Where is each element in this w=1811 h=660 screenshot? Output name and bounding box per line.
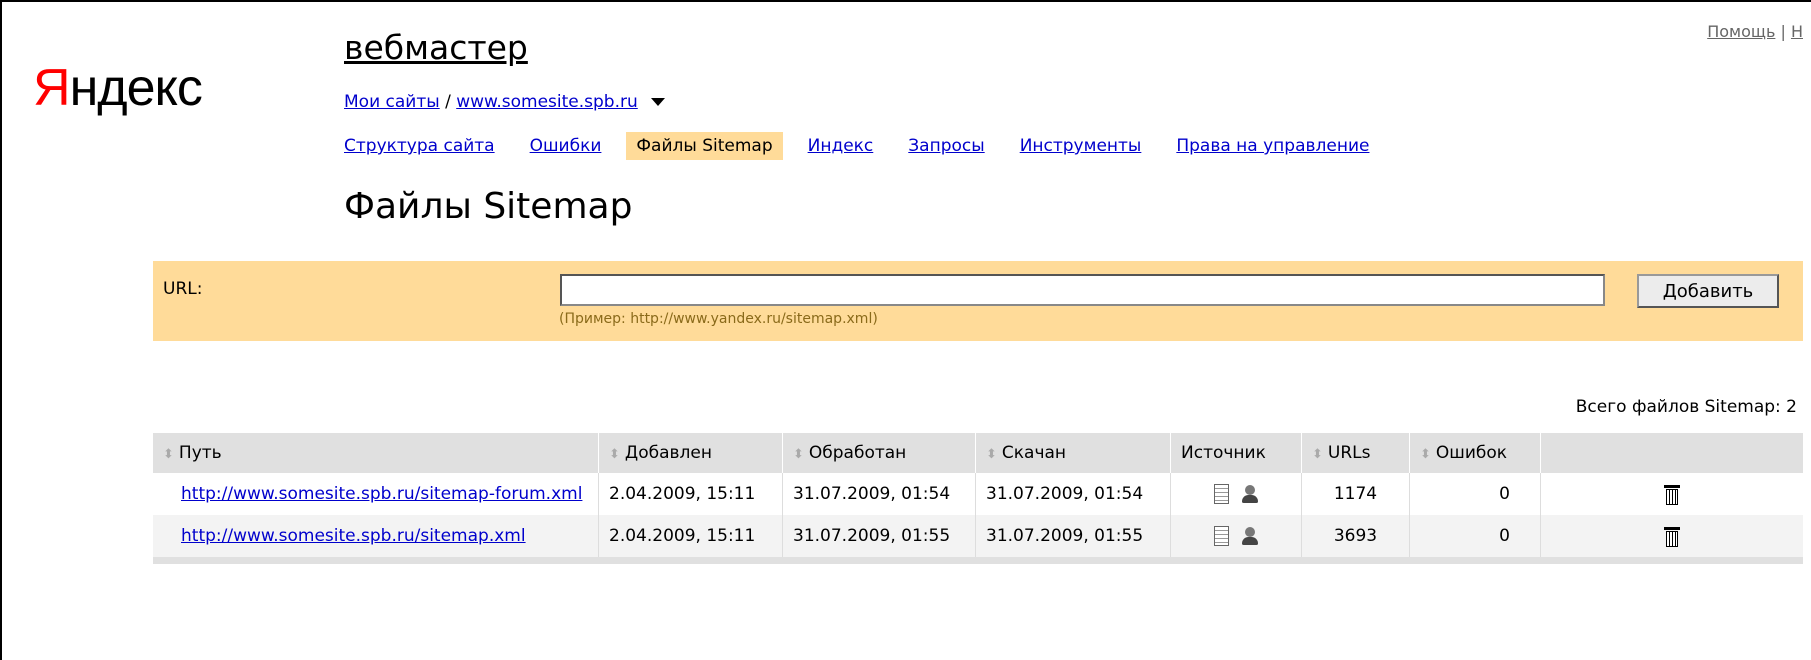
column-header-urls[interactable]: ⬍ URLs bbox=[1301, 433, 1410, 473]
cell-downloaded: 31.07.2009, 01:54 bbox=[975, 473, 1171, 515]
column-header-source: Источник bbox=[1170, 433, 1302, 473]
cell-source bbox=[1170, 473, 1302, 515]
cell-errors: 0 bbox=[1409, 473, 1541, 515]
sort-icon: ⬍ bbox=[609, 447, 620, 462]
trash-icon[interactable] bbox=[1663, 525, 1681, 547]
cell-urls: 3693 bbox=[1301, 515, 1410, 564]
top-links-separator: | bbox=[1780, 22, 1791, 41]
cell-processed: 31.07.2009, 01:54 bbox=[782, 473, 976, 515]
column-header-downloaded[interactable]: ⬍ Скачан bbox=[975, 433, 1171, 473]
tab-queries[interactable]: Запросы bbox=[898, 132, 994, 160]
url-hint: (Пример: http://www.yandex.ru/sitemap.xm… bbox=[559, 311, 878, 327]
table-row: http://www.somesite.spb.ru/sitemap-forum… bbox=[153, 473, 1803, 515]
tab-errors[interactable]: Ошибки bbox=[520, 132, 612, 160]
tab-tools[interactable]: Инструменты bbox=[1010, 132, 1152, 160]
cell-urls: 1174 bbox=[1301, 473, 1410, 515]
cell-errors: 0 bbox=[1409, 515, 1541, 564]
sort-icon: ⬍ bbox=[1312, 447, 1323, 462]
breadcrumb: Мои сайты / www.somesite.spb.ru bbox=[344, 92, 666, 112]
document-icon[interactable] bbox=[1213, 484, 1229, 504]
column-header-actions bbox=[1540, 433, 1803, 473]
cell-actions bbox=[1540, 515, 1803, 564]
sitemap-link[interactable]: http://www.somesite.spb.ru/sitemap-forum… bbox=[181, 484, 582, 504]
cell-processed: 31.07.2009, 01:55 bbox=[782, 515, 976, 564]
table-header-row: ⬍ Путь ⬍ Добавлен ⬍ Обработан ⬍ Скачан Источ… bbox=[153, 433, 1803, 473]
cell-path: http://www.somesite.spb.ru/sitemap-forum… bbox=[153, 473, 599, 515]
cell-added: 2.04.2009, 15:11 bbox=[598, 473, 783, 515]
add-sitemap-form: URL: (Пример: http://www.yandex.ru/sitem… bbox=[153, 261, 1803, 341]
help-link[interactable]: Помощь bbox=[1707, 22, 1775, 41]
column-header-errors[interactable]: ⬍ Ошибок bbox=[1409, 433, 1541, 473]
sort-icon: ⬍ bbox=[1420, 447, 1431, 462]
column-header-added[interactable]: ⬍ Добавлен bbox=[598, 433, 783, 473]
tab-site-structure[interactable]: Структура сайта bbox=[334, 132, 505, 160]
sitemap-link[interactable]: http://www.somesite.spb.ru/sitemap.xml bbox=[181, 526, 526, 546]
logo-first-letter: Я bbox=[33, 59, 71, 117]
sort-icon: ⬍ bbox=[986, 447, 997, 462]
user-icon[interactable] bbox=[1241, 484, 1259, 504]
tab-index[interactable]: Индекс bbox=[798, 132, 884, 160]
document-icon[interactable] bbox=[1213, 526, 1229, 546]
my-sites-link[interactable]: Мои сайты bbox=[344, 92, 440, 112]
url-input[interactable] bbox=[560, 274, 1605, 306]
sitemap-count: Всего файлов Sitemap: 2 bbox=[1575, 397, 1797, 417]
user-icon[interactable] bbox=[1241, 526, 1259, 546]
breadcrumb-separator: / bbox=[445, 92, 451, 112]
top-link-truncated[interactable]: Н bbox=[1791, 22, 1803, 41]
yandex-logo[interactable]: Яндекс bbox=[33, 58, 203, 118]
url-label: URL: bbox=[163, 279, 203, 299]
page-title: Файлы Sitemap bbox=[344, 186, 633, 227]
top-links: Помощь | Н bbox=[1707, 22, 1803, 41]
tab-permissions[interactable]: Права на управление bbox=[1166, 132, 1379, 160]
trash-icon[interactable] bbox=[1663, 483, 1681, 505]
sort-icon: ⬍ bbox=[163, 447, 174, 462]
cell-path: http://www.somesite.spb.ru/sitemap.xml bbox=[153, 515, 599, 564]
cell-downloaded: 31.07.2009, 01:55 bbox=[975, 515, 1171, 564]
cell-added: 2.04.2009, 15:11 bbox=[598, 515, 783, 564]
table-row: http://www.somesite.spb.ru/sitemap.xml 2… bbox=[153, 515, 1803, 564]
tab-sitemap-files[interactable]: Файлы Sitemap bbox=[626, 132, 783, 160]
column-header-path[interactable]: ⬍ Путь bbox=[153, 433, 599, 473]
section-nav: Структура сайта Ошибки Файлы Sitemap Инд… bbox=[334, 132, 1394, 160]
sort-icon: ⬍ bbox=[793, 447, 804, 462]
site-link[interactable]: www.somesite.spb.ru bbox=[456, 92, 638, 112]
logo-rest: ндекс bbox=[69, 59, 203, 117]
column-header-processed[interactable]: ⬍ Обработан bbox=[782, 433, 976, 473]
triangle-down-icon[interactable] bbox=[651, 98, 666, 106]
sitemap-table: ⬍ Путь ⬍ Добавлен ⬍ Обработан ⬍ Скачан Источ… bbox=[153, 433, 1803, 564]
cell-source bbox=[1170, 515, 1302, 564]
service-title[interactable]: вебмастер bbox=[344, 28, 528, 67]
add-button[interactable]: Добавить bbox=[1637, 274, 1779, 308]
cell-actions bbox=[1540, 473, 1803, 515]
